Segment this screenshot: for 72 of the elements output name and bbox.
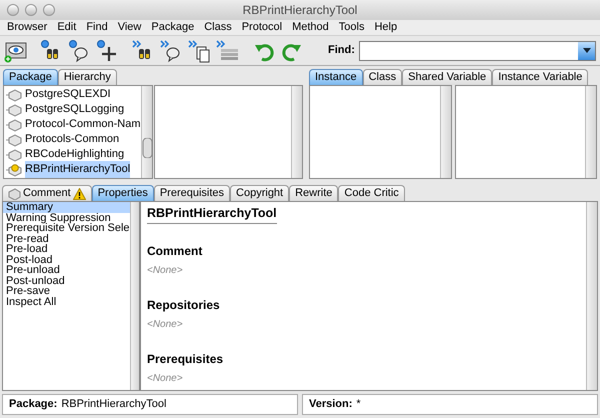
summary-title: RBPrintHierarchyTool: [147, 206, 277, 224]
tab[interactable]: Package: [3, 69, 58, 85]
property-list[interactable]: Summary Warning Suppression Prerequisite Version Sele Pre-read Pre-load Post-load Pre-unload Post-unload Pre-save Inspect All: [2, 201, 140, 391]
status-value: RBPrintHierarchyTool: [61, 397, 166, 412]
package-item[interactable]: Protocols-Common: [25, 131, 120, 148]
package-item[interactable]: PostgreSQLLogging: [25, 101, 124, 118]
property-item[interactable]: Post-load: [3, 254, 130, 265]
find-label: Find:: [328, 43, 355, 58]
caret-icon: [582, 48, 590, 53]
window-title: RBPrintHierarchyTool: [242, 3, 358, 17]
property-item[interactable]: Pre-unload: [3, 265, 130, 276]
menu-item[interactable]: Find: [81, 19, 113, 36]
property-item[interactable]: Inspect All: [3, 296, 130, 307]
property-item[interactable]: Summary: [3, 202, 130, 212]
property-item[interactable]: Pre-read: [3, 234, 130, 244]
minimize-button[interactable]: [25, 4, 37, 16]
documents-icon: [188, 38, 212, 62]
menu-item[interactable]: View: [112, 19, 146, 36]
property-item[interactable]: Post-unload: [3, 276, 130, 286]
menu-item[interactable]: Tools: [334, 19, 370, 36]
class-list[interactable]: [154, 85, 303, 179]
tab[interactable]: Comment: [2, 185, 92, 201]
status-label: Version:: [309, 397, 352, 412]
menu-item[interactable]: Browser: [2, 19, 52, 36]
find-field[interactable]: [358, 40, 596, 60]
menu-item[interactable]: Help: [369, 19, 402, 36]
tab[interactable]: Class: [362, 69, 402, 85]
tab[interactable]: Instance: [309, 69, 363, 85]
tab[interactable]: Properties: [92, 185, 154, 201]
section-value: <None>: [147, 264, 184, 278]
method-list[interactable]: [454, 85, 597, 179]
menu-item[interactable]: Package: [146, 19, 200, 36]
stack-icon: [216, 38, 240, 62]
tab[interactable]: Code Critic: [338, 185, 405, 201]
package-item[interactable]: RBPrintHierarchyTool: [25, 161, 130, 178]
menu-item[interactable]: Edit: [52, 19, 82, 36]
close-button[interactable]: [7, 4, 19, 16]
scrollbar[interactable]: [586, 202, 597, 390]
scrollbar[interactable]: [440, 86, 450, 178]
zoom-button[interactable]: [43, 4, 55, 16]
tab[interactable]: Instance Variable: [492, 69, 588, 85]
protocol-list[interactable]: [309, 85, 452, 179]
tab[interactable]: Hierarchy: [58, 69, 117, 85]
package-list[interactable]: PostgreSQLEXDI PostgreSQLLogging Protocol-Common-Nam Protocols-Common RBCodeHighlighting RBPrintHierarchyTool: [3, 85, 153, 179]
package-item[interactable]: Protocol-Common-Nam: [25, 116, 141, 133]
status-label: Package:: [9, 397, 58, 412]
scrollbar-thumb[interactable]: [142, 138, 152, 158]
scrollbar[interactable]: [141, 86, 152, 178]
scrollbar[interactable]: [130, 202, 139, 390]
toolbar-button[interactable]: [188, 38, 212, 62]
property-item[interactable]: Pre-save: [3, 286, 130, 296]
property-item[interactable]: Warning Suppression: [3, 212, 130, 223]
menu-item[interactable]: Method: [287, 19, 334, 36]
menu-item[interactable]: Protocol: [236, 19, 288, 36]
package-item[interactable]: PostgreSQLEXDI: [25, 86, 111, 103]
section-heading: Prerequisites: [147, 351, 224, 368]
scrollbar[interactable]: [585, 86, 596, 178]
tab[interactable]: Shared Variable: [402, 69, 492, 85]
tab[interactable]: Rewrite: [289, 185, 338, 201]
section-value: <None>: [147, 372, 184, 386]
section-heading: Comment: [147, 243, 204, 260]
status-value: *: [356, 397, 361, 412]
property-item[interactable]: Pre-load: [3, 244, 130, 254]
scrollbar[interactable]: [291, 86, 302, 178]
tab[interactable]: Prerequisites: [154, 185, 230, 201]
section-value: <None>: [147, 318, 184, 332]
package-item[interactable]: RBCodeHighlighting: [25, 146, 124, 163]
section-heading: Repositories: [147, 297, 221, 314]
dropdown-button[interactable]: [578, 42, 595, 60]
property-item[interactable]: Prerequisite Version Sele: [3, 223, 130, 234]
menu-item[interactable]: Class: [199, 19, 237, 36]
tab[interactable]: Copyright: [230, 185, 290, 201]
